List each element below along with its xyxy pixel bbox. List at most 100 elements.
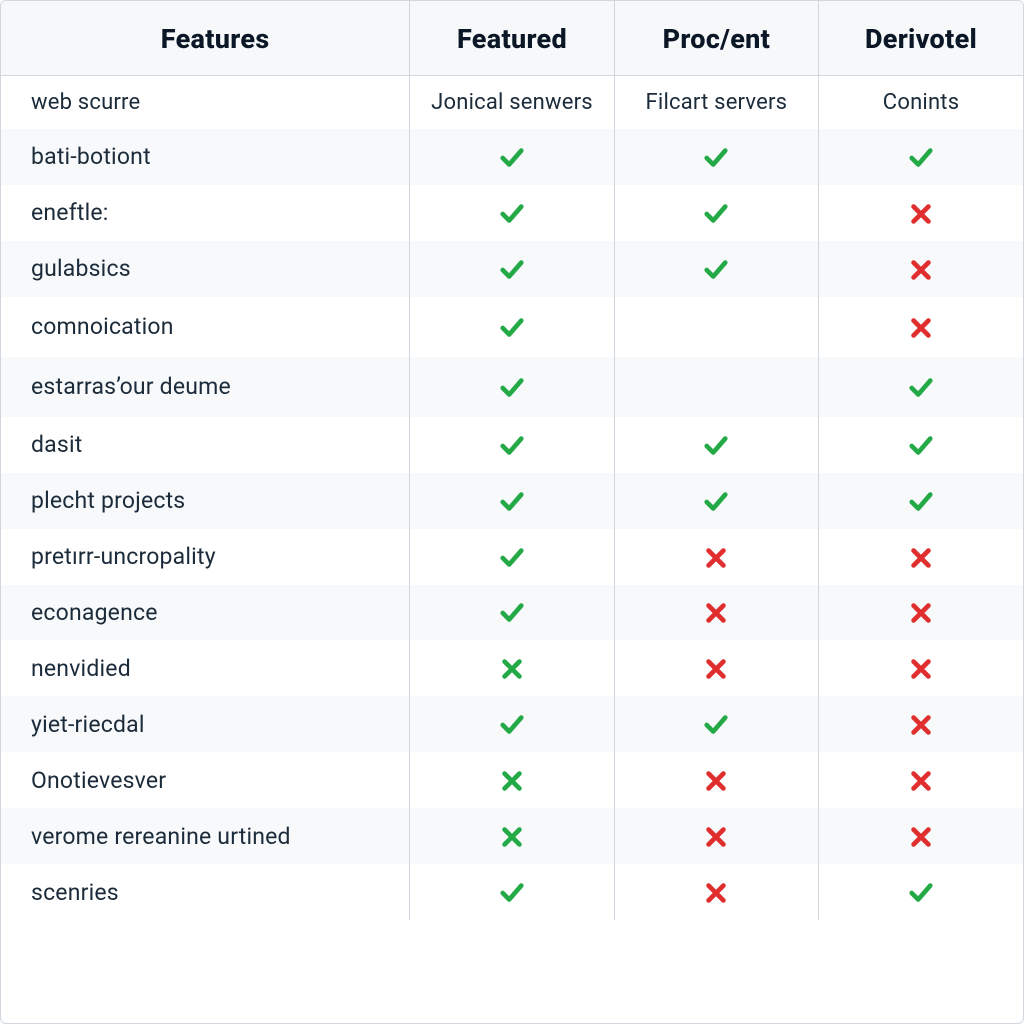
feature-cell [614, 864, 818, 920]
table-body: web scurre Jonical senwers Filcart serve… [1, 76, 1023, 921]
feature-cell [410, 696, 614, 752]
col-header-featured: Featured [410, 1, 614, 76]
cross-icon [908, 545, 934, 571]
table-row: Onotievesver [1, 752, 1023, 808]
check-icon [499, 375, 525, 401]
table-row: gulabsics [1, 241, 1023, 297]
check-icon [499, 712, 525, 738]
subheader-feature: web scurre [1, 76, 410, 130]
feature-cell [410, 241, 614, 297]
check-icon [499, 600, 525, 626]
feature-cell [819, 696, 1023, 752]
cross-icon [908, 656, 934, 682]
feature-comparison-table: Features Featured Proc/ent Derivotel web… [0, 0, 1024, 1024]
cross-icon [703, 768, 729, 794]
check-icon [499, 489, 525, 515]
feature-cell [614, 241, 818, 297]
feature-cell [819, 417, 1023, 473]
col-header-procent: Proc/ent [614, 1, 818, 76]
cross-icon [499, 656, 525, 682]
feature-cell [410, 864, 614, 920]
feature-cell [819, 808, 1023, 864]
feature-cell [819, 473, 1023, 529]
col-header-features: Features [1, 1, 410, 76]
feature-cell [410, 752, 614, 808]
table-row: nenvidied [1, 640, 1023, 696]
feature-cell [410, 357, 614, 417]
check-icon [908, 145, 934, 171]
feature-cell [410, 585, 614, 641]
table-row: plecht projects [1, 473, 1023, 529]
col-header-derivotel: Derivotel [819, 1, 1023, 76]
subheader-c3: Conints [819, 76, 1023, 130]
check-icon [499, 257, 525, 283]
table-row: econagence [1, 585, 1023, 641]
cross-icon [908, 824, 934, 850]
check-icon [703, 433, 729, 459]
cross-icon [908, 257, 934, 283]
cross-icon [908, 768, 934, 794]
cross-icon [908, 712, 934, 738]
feature-cell [819, 129, 1023, 185]
feature-label: verome rereanine urtined [1, 808, 410, 864]
feature-cell [614, 357, 818, 417]
feature-cell [614, 129, 818, 185]
feature-cell [410, 473, 614, 529]
subheader-c2: Filcart servers [614, 76, 818, 130]
cross-icon [703, 880, 729, 906]
check-icon [908, 880, 934, 906]
feature-cell [614, 185, 818, 241]
empty-cell [703, 371, 729, 397]
cross-icon [703, 824, 729, 850]
table-row: estarras’our deume [1, 357, 1023, 417]
check-icon [703, 489, 729, 515]
table-row: comnoication [1, 297, 1023, 357]
feature-cell [819, 752, 1023, 808]
feature-cell [819, 529, 1023, 585]
feature-cell [614, 640, 818, 696]
feature-cell [819, 640, 1023, 696]
comparison-table: Features Featured Proc/ent Derivotel web… [1, 1, 1023, 920]
feature-cell [819, 297, 1023, 357]
check-icon [703, 145, 729, 171]
cross-icon [703, 545, 729, 571]
feature-cell [614, 529, 818, 585]
feature-label: bati-botiont [1, 129, 410, 185]
table-row: verome rereanine urtined [1, 808, 1023, 864]
check-icon [908, 489, 934, 515]
table-row: pretırr-uncropality [1, 529, 1023, 585]
feature-cell [614, 297, 818, 357]
feature-cell [819, 585, 1023, 641]
check-icon [499, 201, 525, 227]
cross-icon [703, 656, 729, 682]
empty-cell [703, 311, 729, 337]
cross-icon [499, 824, 525, 850]
check-icon [499, 545, 525, 571]
feature-cell [614, 417, 818, 473]
table-subheader-row: web scurre Jonical senwers Filcart serve… [1, 76, 1023, 130]
feature-cell [410, 297, 614, 357]
subheader-c1: Jonical senwers [410, 76, 614, 130]
feature-label: gulabsics [1, 241, 410, 297]
check-icon [908, 375, 934, 401]
feature-cell [819, 357, 1023, 417]
feature-cell [819, 241, 1023, 297]
feature-cell [819, 185, 1023, 241]
check-icon [499, 145, 525, 171]
feature-cell [819, 864, 1023, 920]
cross-icon [908, 315, 934, 341]
feature-cell [614, 473, 818, 529]
feature-cell [410, 640, 614, 696]
feature-cell [410, 417, 614, 473]
feature-label: Onotievesver [1, 752, 410, 808]
table-row: yiet-riecdal [1, 696, 1023, 752]
feature-label: comnoication [1, 297, 410, 357]
check-icon [499, 433, 525, 459]
feature-cell [410, 129, 614, 185]
check-icon [703, 257, 729, 283]
feature-label: estarras’our deume [1, 357, 410, 417]
check-icon [908, 433, 934, 459]
feature-label: econagence [1, 585, 410, 641]
feature-label: dasit [1, 417, 410, 473]
feature-label: plecht projects [1, 473, 410, 529]
